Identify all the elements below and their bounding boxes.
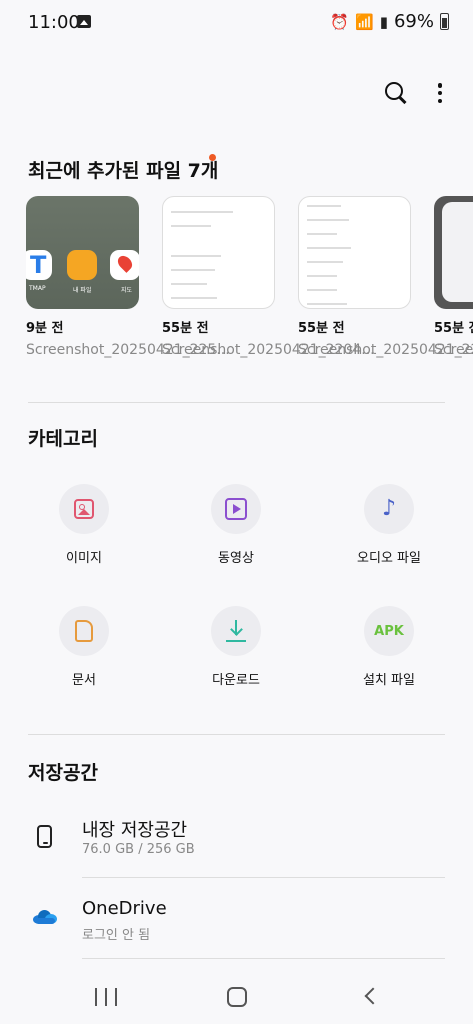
category-icon-bg	[211, 484, 261, 534]
thumb-label-tmap: TMAP	[29, 285, 46, 292]
divider	[82, 958, 445, 959]
recent-file-card[interactable]: 55분 전 Screenshot_20250421_2204...	[298, 196, 473, 360]
divider	[28, 734, 445, 735]
recent-files-list: T TMAP 내 파일 지도 9분 전 Screenshot_20250421_…	[26, 196, 473, 376]
onedrive-cloud-icon	[33, 910, 57, 924]
category-apk[interactable]: APK 설치 파일	[329, 606, 449, 688]
category-label: 이미지	[66, 551, 102, 566]
category-label: 다운로드	[212, 673, 260, 688]
storage-title: 저장공간	[28, 762, 98, 784]
thumb-label-maps: 지도	[121, 287, 133, 294]
file-time: 55분 전	[162, 321, 209, 336]
gallery-icon	[77, 15, 91, 28]
storage-name: 내장 저장공간	[82, 820, 188, 841]
file-thumbnail: T TMAP 내 파일 지도	[26, 196, 139, 309]
file-name: Screenshot_20250421_2204...	[298, 342, 473, 358]
category-label: 오디오 파일	[357, 551, 421, 566]
storage-usage: 76.0 GB / 256 GB	[82, 842, 195, 857]
file-name: Screenshot_20250421_2204...	[434, 342, 473, 358]
category-downloads[interactable]: 다운로드	[176, 606, 296, 688]
file-name: Screenshot_20250421_2204...	[162, 342, 375, 358]
home-button[interactable]	[227, 987, 247, 1007]
storage-name: OneDrive	[82, 898, 167, 919]
image-icon	[74, 499, 94, 519]
file-thumbnail	[434, 196, 473, 309]
category-label: 동영상	[218, 551, 254, 566]
my-files-app-icon	[67, 250, 97, 280]
audio-icon: ♪	[381, 496, 397, 521]
file-name: Screenshot_20250421_225...	[26, 342, 230, 358]
recent-apps-button[interactable]	[95, 988, 117, 1006]
category-icon-bg	[59, 484, 109, 534]
category-icon-bg: APK	[364, 606, 414, 656]
category-icon-bg	[59, 606, 109, 656]
document-icon	[75, 620, 93, 642]
wifi-icon: 📶	[355, 12, 374, 31]
signal-icon: ▮	[379, 12, 388, 31]
status-bar: 11:00 ⏰ 📶 ▮ 69%	[0, 0, 473, 44]
status-icons: ⏰ 📶 ▮ 69%	[330, 11, 449, 32]
back-button[interactable]	[364, 987, 382, 1005]
recent-files-title: 최근에 추가된 파일 7개	[28, 160, 219, 182]
new-badge-dot	[209, 154, 216, 161]
recent-file-card[interactable]: 55분 전 Screenshot_20250421_2204...	[162, 196, 375, 360]
storage-internal[interactable]: 내장 저장공간 76.0 GB / 256 GB	[0, 806, 473, 866]
top-actions	[383, 80, 443, 106]
storage-status: 로그인 안 됨	[82, 928, 151, 943]
file-thumbnail	[298, 196, 411, 309]
apk-icon: APK	[374, 623, 404, 639]
thumb-label-myfiles: 내 파일	[73, 287, 92, 294]
tmap-app-icon: T	[26, 250, 52, 280]
battery-percent: 69%	[393, 11, 434, 32]
navigation-bar	[0, 964, 473, 1024]
alarm-icon: ⏰	[330, 12, 350, 31]
more-options-icon[interactable]	[437, 80, 443, 106]
phone-icon	[37, 825, 52, 848]
recent-file-card[interactable]: T TMAP 내 파일 지도 9분 전 Screenshot_20250421_…	[26, 196, 230, 360]
download-icon	[225, 619, 247, 643]
maps-app-icon	[110, 250, 139, 280]
category-icon-bg: ♪	[364, 484, 414, 534]
status-time: 11:00	[28, 12, 80, 33]
category-documents[interactable]: 문서	[24, 606, 144, 688]
storage-onedrive[interactable]: OneDrive 로그인 안 됨	[0, 888, 473, 948]
category-label: 문서	[72, 673, 96, 688]
file-time: 55분 전	[434, 321, 473, 336]
file-time: 55분 전	[298, 321, 345, 336]
categories-title: 카테고리	[28, 428, 98, 450]
file-time: 9분 전	[26, 321, 64, 336]
category-images[interactable]: 이미지	[24, 484, 144, 566]
category-videos[interactable]: 동영상	[176, 484, 296, 566]
video-icon	[225, 498, 247, 520]
category-audio[interactable]: ♪ 오디오 파일	[329, 484, 449, 566]
search-icon[interactable]	[383, 80, 409, 106]
category-icon-bg	[211, 606, 261, 656]
recent-file-card[interactable]: 55분 전 Screenshot_20250421_2204...	[434, 196, 473, 360]
divider	[28, 402, 445, 403]
file-thumbnail	[162, 196, 275, 309]
divider	[82, 877, 445, 878]
battery-icon	[440, 13, 449, 30]
category-label: 설치 파일	[363, 673, 415, 688]
